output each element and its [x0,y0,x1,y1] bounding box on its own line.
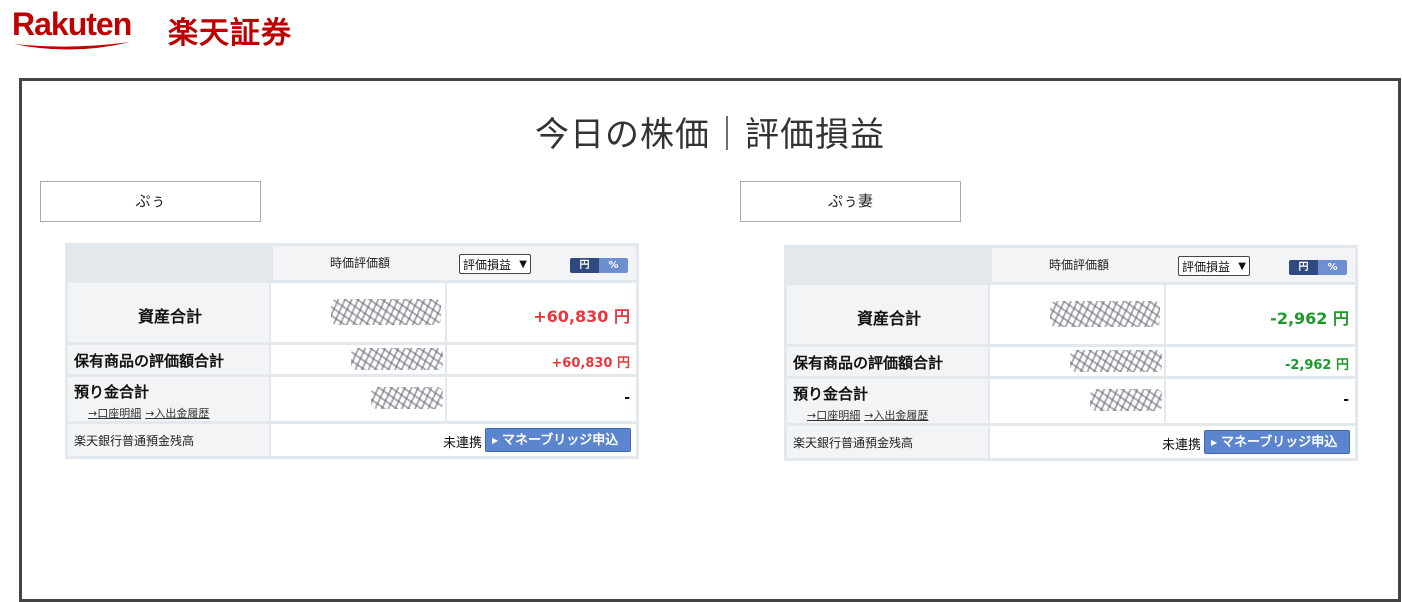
deposit-pl-value: - [1343,392,1349,408]
deposit-links: →口座明細 →入出金履歴 [807,407,932,423]
holdings-pl-cell: -2,962 円 [1166,347,1355,376]
main-frame: 今日の株価｜評価損益 ぷぅ 時価評価額 評価損益 ▼ 円 % 資産合計 +60,… [19,78,1401,602]
redacted-value [371,387,443,409]
chevron-down-icon: ▼ [1238,261,1246,272]
toggle-yen[interactable]: 円 [1289,260,1318,275]
holdings-label-cell: 保有商品の評価額合計 [68,345,269,374]
total-assets-market-cell [271,283,445,342]
redacted-value [331,299,441,325]
account-name-box: ぷぅ [40,181,261,222]
money-bridge-apply-label: マネーブリッジ申込 [1221,435,1338,450]
market-value-header: 時価評価額 [1048,258,1109,272]
total-assets-pl-cell: +60,830 円 [447,283,636,342]
money-bridge-apply-button[interactable]: ▶ マネーブリッジ申込 [485,428,631,452]
unit-toggle: 円 % [1289,260,1347,275]
deposit-history-link[interactable]: →入出金履歴 [864,409,928,422]
brand-swoosh-icon [14,42,130,50]
holdings-market-cell [990,347,1164,376]
metric-select[interactable]: 評価損益 ▼ [1178,256,1250,276]
holdings-pl-value: -2,962 円 [1284,358,1349,373]
bank-status: 未連携 [443,436,483,451]
total-assets-pl-cell: -2,962 円 [1166,285,1355,344]
money-bridge-apply-label: マネーブリッジ申込 [502,433,619,448]
metric-select-value: 評価損益 [1182,260,1231,274]
holdings-pl-value: +60,830 円 [551,356,630,371]
redacted-value [1090,389,1162,411]
brand-jp-name: 楽天証券 [168,16,292,51]
deposit-total-label: 預り金合計 [793,385,869,403]
deposit-links: →口座明細 →入出金履歴 [88,405,213,421]
holdings-market-cell [271,345,445,374]
deposit-pl-cell: - [1166,379,1355,423]
holdings-total-label: 保有商品の評価額合計 [793,354,944,372]
deposit-market-cell [271,377,445,421]
unit-toggle: 円 % [570,258,628,273]
deposit-market-cell [990,379,1164,423]
money-bridge-apply-button[interactable]: ▶ マネーブリッジ申込 [1204,430,1350,454]
holdings-total-label: 保有商品の評価額合計 [74,352,225,370]
redacted-value [351,348,443,370]
total-assets-label-cell: 資産合計 [787,285,988,344]
account-detail-link[interactable]: →口座明細 [807,409,860,422]
total-assets-label: 資産合計 [857,309,922,328]
deposit-total-label: 預り金合計 [74,383,150,401]
bank-status: 未連携 [1162,438,1202,453]
account-detail-link[interactable]: →口座明細 [88,407,141,420]
bank-value-cell: 未連携 ▶ マネーブリッジ申込 [271,424,636,456]
metric-select-value: 評価損益 [463,258,512,272]
caret-right-icon: ▶ [1211,438,1218,447]
chevron-down-icon: ▼ [519,259,527,270]
bank-label-cell: 楽天銀行普通預金残高 [68,424,269,456]
toggle-yen[interactable]: 円 [570,258,599,273]
total-assets-pl-value: -2,962 円 [1270,309,1349,328]
redacted-value [1050,301,1160,327]
total-assets-label-cell: 資産合計 [68,283,269,342]
table-header: 時価評価額 評価損益 ▼ 円 % [273,246,636,280]
bank-balance-label: 楽天銀行普通預金残高 [74,434,195,448]
rakuten-securities-logo: Rakuten 楽天証券 [12,6,312,58]
account-section-2: ぷぅ妻 時価評価額 評価損益 ▼ 円 % 資産合計 -2,962 円 保有商品の… [722,81,1362,481]
pl-table: 時価評価額 評価損益 ▼ 円 % 資産合計 -2,962 円 保有商品の評価額合… [784,245,1358,461]
brand-wordmark: Rakuten [12,6,132,42]
deposit-label-cell: 預り金合計 →口座明細 →入出金履歴 [68,377,269,421]
account-name-box: ぷぅ妻 [740,181,961,222]
toggle-percent[interactable]: % [1318,260,1347,275]
holdings-label-cell: 保有商品の評価額合計 [787,347,988,376]
metric-select[interactable]: 評価損益 ▼ [459,254,531,274]
redacted-value [1070,350,1162,372]
total-assets-pl-value: +60,830 円 [533,307,630,326]
deposit-pl-cell: - [447,377,636,421]
total-assets-label: 資産合計 [138,307,203,326]
bank-label-cell: 楽天銀行普通預金残高 [787,426,988,458]
pl-table: 時価評価額 評価損益 ▼ 円 % 資産合計 +60,830 円 保有商品の評価額… [65,243,639,459]
holdings-pl-cell: +60,830 円 [447,345,636,374]
bank-value-cell: 未連携 ▶ マネーブリッジ申込 [990,426,1355,458]
caret-right-icon: ▶ [492,436,499,445]
account-section-1: ぷぅ 時価評価額 評価損益 ▼ 円 % 資産合計 +60,830 円 保有商品の… [22,81,662,481]
total-assets-market-cell [990,285,1164,344]
market-value-header: 時価評価額 [329,256,390,270]
table-header: 時価評価額 評価損益 ▼ 円 % [992,248,1355,282]
bank-balance-label: 楽天銀行普通預金残高 [793,436,914,450]
deposit-history-link[interactable]: →入出金履歴 [145,407,209,420]
deposit-label-cell: 預り金合計 →口座明細 →入出金履歴 [787,379,988,423]
deposit-pl-value: - [624,390,630,406]
toggle-percent[interactable]: % [599,258,628,273]
